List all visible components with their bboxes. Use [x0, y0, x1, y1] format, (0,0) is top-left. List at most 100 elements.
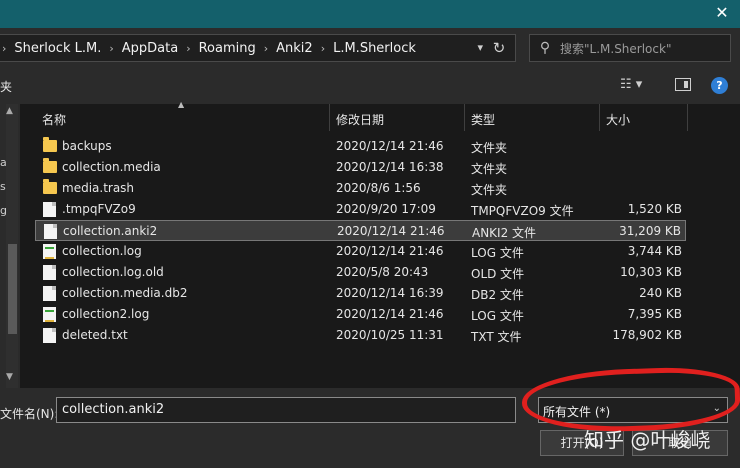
breadcrumb-item-user[interactable]: Sherlock L.M.: [8, 41, 107, 56]
file-date: 2020/8/6 1:56: [336, 181, 421, 195]
file-name: collection.log: [62, 244, 142, 258]
file-date: 2020/9/20 17:09: [336, 202, 436, 216]
file-type: TXT 文件: [471, 330, 522, 344]
file-row[interactable]: backups 2020/12/14 21:46 文件夹: [35, 136, 686, 157]
file-date: 2020/12/14 21:46: [337, 224, 445, 238]
watermark-text: 知乎 @叶峻峣: [584, 428, 711, 452]
file-type: LOG 文件: [471, 246, 524, 260]
file-row[interactable]: collection2.log 2020/12/14 21:46 LOG 文件 7,3…: [35, 304, 686, 325]
file-date: 2020/10/25 11:31: [336, 328, 444, 342]
file-row[interactable]: collection.anki2 2020/12/14 21:46 ANKI2 文件…: [35, 220, 686, 241]
log-file-icon: [43, 307, 56, 322]
preview-pane-icon[interactable]: [675, 78, 691, 91]
file-type: ANKI2 文件: [472, 226, 537, 240]
file-date: 2020/12/14 21:46: [336, 307, 444, 321]
file-type: DB2 文件: [471, 288, 524, 302]
file-name: collection.media.db2: [62, 286, 188, 300]
file-size: 31,209 KB: [619, 224, 681, 238]
close-icon[interactable]: ✕: [712, 3, 732, 23]
log-file-icon: [43, 244, 56, 259]
column-divider[interactable]: [687, 104, 688, 131]
column-divider[interactable]: [599, 104, 600, 131]
filename-input[interactable]: collection.anki2: [56, 397, 516, 423]
column-header-size[interactable]: 大小: [606, 111, 630, 128]
command-bar: 夹 ☷ ▾ ?: [0, 68, 740, 104]
search-box[interactable]: ⚲ 搜索"L.M.Sherlock": [529, 34, 731, 62]
file-date: 2020/12/14 21:46: [336, 139, 444, 153]
folder-icon: [43, 158, 57, 173]
breadcrumb-item-current[interactable]: L.M.Sherlock: [327, 41, 422, 56]
file-size: 240 KB: [639, 286, 682, 300]
address-bar[interactable]: › Sherlock L.M. › AppData › Roaming › An…: [0, 34, 516, 62]
search-icon: ⚲: [539, 40, 551, 56]
file-size: 7,395 KB: [627, 307, 682, 321]
help-icon[interactable]: ?: [711, 77, 728, 94]
file-icon: [43, 265, 56, 280]
file-type: 文件夹: [471, 141, 508, 155]
column-divider[interactable]: [464, 104, 465, 131]
nav-scrollbar-thumb[interactable]: [8, 244, 17, 334]
file-type: 文件夹: [471, 183, 508, 197]
file-date: 2020/12/14 16:38: [336, 160, 444, 174]
search-input[interactable]: 搜索"L.M.Sherlock": [560, 40, 671, 57]
sort-ascending-icon: ▲: [178, 100, 185, 109]
folder-icon: [43, 137, 57, 152]
file-size: 178,902 KB: [612, 328, 682, 342]
scroll-up-icon[interactable]: ▲: [6, 106, 13, 116]
chevron-down-icon[interactable]: ▾: [477, 41, 483, 54]
view-options-icon[interactable]: ☷ ▾: [620, 77, 642, 92]
chevron-right-icon[interactable]: ›: [107, 42, 115, 55]
file-type: TMPQFVZO9 文件: [471, 204, 574, 218]
file-row[interactable]: collection.log.old 2020/5/8 20:43 OLD 文件 10…: [35, 262, 686, 283]
file-row[interactable]: collection.media.db2 2020/12/14 16:39 DB2 …: [35, 283, 686, 304]
column-divider[interactable]: [329, 104, 330, 131]
file-size: 1,520 KB: [627, 202, 682, 216]
column-header-row: ▲ 名称 修改日期 类型 大小: [21, 100, 740, 131]
new-folder-button-label[interactable]: 夹: [0, 78, 12, 95]
file-list[interactable]: ▲ 名称 修改日期 类型 大小 backups 2020/12/14 21:46 文…: [21, 100, 740, 388]
file-name: collection.log.old: [62, 265, 164, 279]
file-name: backups: [62, 139, 112, 153]
chevron-right-icon[interactable]: ›: [184, 42, 192, 55]
file-date: 2020/12/14 21:46: [336, 244, 444, 258]
title-bar: ✕: [0, 0, 740, 28]
file-icon: [43, 202, 56, 217]
refresh-icon[interactable]: ↻: [489, 38, 509, 58]
breadcrumb-overflow-icon[interactable]: ›: [0, 42, 8, 55]
file-name: collection.media: [62, 160, 161, 174]
address-row: › Sherlock L.M. › AppData › Roaming › An…: [0, 28, 740, 68]
file-name: collection.anki2: [63, 224, 158, 238]
file-size: 10,303 KB: [620, 265, 682, 279]
file-date: 2020/12/14 16:39: [336, 286, 444, 300]
file-type: LOG 文件: [471, 309, 524, 323]
navigation-pane[interactable]: a s g ▲ ▼: [0, 104, 20, 388]
breadcrumb-item-anki2[interactable]: Anki2: [270, 41, 319, 56]
nav-item-label[interactable]: s: [0, 180, 6, 193]
column-header-type[interactable]: 类型: [471, 111, 495, 128]
file-row[interactable]: .tmpqFVZo9 2020/9/20 17:09 TMPQFVZO9 文件 1,5…: [35, 199, 686, 220]
folder-icon: [43, 179, 57, 194]
file-row[interactable]: collection.log 2020/12/14 21:46 LOG 文件 3,74…: [35, 241, 686, 262]
scroll-down-icon[interactable]: ▼: [6, 372, 13, 382]
column-header-date[interactable]: 修改日期: [336, 111, 384, 128]
file-type: 文件夹: [471, 162, 508, 176]
file-row[interactable]: deleted.txt 2020/10/25 11:31 TXT 文件 178,902…: [35, 325, 686, 346]
breadcrumb-item-appdata[interactable]: AppData: [116, 41, 184, 56]
file-type: OLD 文件: [471, 267, 525, 281]
file-name: collection2.log: [62, 307, 150, 321]
file-icon: [43, 328, 56, 343]
file-name: .tmpqFVZo9: [62, 202, 136, 216]
column-header-name[interactable]: 名称: [42, 111, 66, 128]
file-name: deleted.txt: [62, 328, 128, 342]
file-icon: [44, 224, 57, 239]
file-icon: [43, 286, 56, 301]
file-row[interactable]: media.trash 2020/8/6 1:56 文件夹: [35, 178, 686, 199]
filename-label: 文件名(N):: [0, 407, 59, 421]
breadcrumb-item-roaming[interactable]: Roaming: [193, 41, 262, 56]
file-date: 2020/5/8 20:43: [336, 265, 429, 279]
file-name: media.trash: [62, 181, 135, 195]
file-row[interactable]: collection.media 2020/12/14 16:38 文件夹: [35, 157, 686, 178]
chevron-right-icon[interactable]: ›: [262, 42, 270, 55]
chevron-right-icon[interactable]: ›: [319, 42, 327, 55]
file-size: 3,744 KB: [627, 244, 682, 258]
